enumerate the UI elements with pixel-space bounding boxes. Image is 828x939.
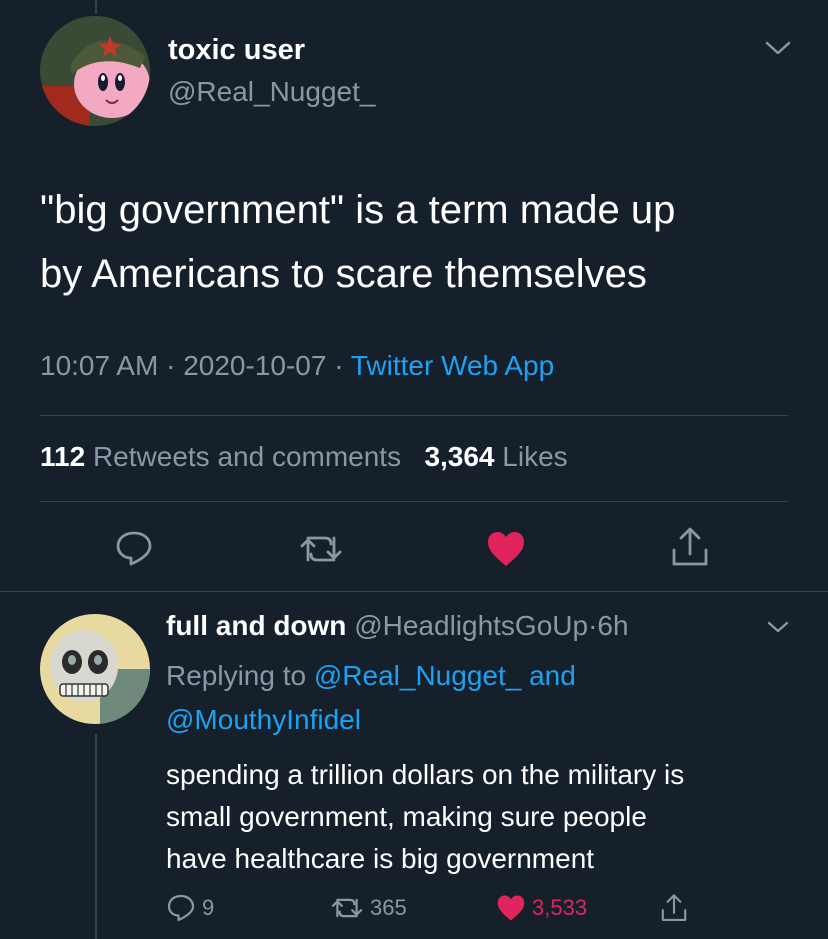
heart-icon[interactable]	[486, 530, 526, 568]
share-icon[interactable]	[670, 526, 710, 568]
meta-separator: ·	[334, 350, 344, 381]
tweet-source-link[interactable]: Twitter Web App	[351, 350, 554, 381]
reply-icon[interactable]	[114, 528, 154, 568]
reply-text-line: small government, making sure people	[166, 801, 647, 832]
retweet-count: 365	[370, 895, 407, 920]
tweet-stats: 112 Retweets and comments 3,364 Likes	[40, 441, 568, 473]
retweets-label: Retweets and comments	[92, 441, 402, 472]
divider	[40, 415, 788, 416]
reply-header: full and down @HeadlightsGoUp·6h	[166, 610, 629, 642]
retweets-count: 112	[40, 441, 86, 472]
thread-line-top	[95, 0, 97, 14]
retweet-icon[interactable]	[298, 532, 344, 566]
likes-stat[interactable]: 3,364 Likes	[424, 441, 567, 472]
likes-count: 3,364	[424, 441, 495, 472]
likes-label: Likes	[502, 441, 568, 472]
avatar[interactable]	[40, 16, 150, 126]
tweet-text: "big government" is a term made up by Am…	[40, 178, 800, 306]
chevron-down-icon[interactable]	[764, 38, 792, 58]
reply-user-handle[interactable]: @HeadlightsGoUp	[354, 610, 588, 641]
replying-user-link[interactable]: @Real_Nugget_	[314, 660, 521, 691]
reply-count: 9	[202, 895, 215, 920]
retweet-icon	[331, 898, 363, 918]
tweet-text-line: "big government" is a term made up	[40, 188, 676, 232]
display-name[interactable]: toxic user	[168, 34, 305, 67]
tweet-text-line: by Americans to scare themselves	[40, 252, 647, 296]
tweet-meta: 10:07 AM · 2020-10-07 · Twitter Web App	[40, 350, 554, 382]
reply-text-line: spending a trillion dollars on the milit…	[166, 759, 685, 790]
avatar[interactable]	[40, 614, 150, 724]
meta-separator: ·	[166, 350, 176, 381]
reply-display-name[interactable]: full and down	[166, 610, 346, 641]
like-count: 3,533	[532, 895, 588, 920]
reply-action-like[interactable]: 3,533	[496, 893, 587, 923]
reply-action-retweet[interactable]: 365	[330, 893, 407, 923]
replying-prefix: Replying to	[166, 660, 307, 691]
user-handle[interactable]: @Real_Nugget_	[168, 76, 375, 108]
replying-to: Replying to @Real_Nugget_ and @MouthyInf…	[166, 654, 766, 742]
reply-text-line: have healthcare is big government	[166, 843, 595, 874]
reply-icon	[167, 894, 195, 922]
replying-and[interactable]: and	[529, 660, 576, 691]
share-icon	[661, 894, 687, 921]
reply-text: spending a trillion dollars on the milit…	[166, 754, 806, 880]
tweet-date: 2020-10-07	[183, 350, 327, 381]
reply-separator: ·	[588, 610, 598, 641]
reply-action-share[interactable]	[660, 893, 688, 923]
reply-action-reply[interactable]: 9	[166, 893, 214, 923]
chevron-down-icon[interactable]	[766, 618, 790, 636]
replying-user-link[interactable]: @MouthyInfidel	[166, 704, 361, 735]
divider	[0, 591, 828, 592]
thread-line-bottom	[95, 734, 97, 939]
retweets-stat[interactable]: 112 Retweets and comments	[40, 441, 401, 472]
tweet-time: 10:07 AM	[40, 350, 159, 381]
heart-icon	[497, 895, 525, 921]
divider	[40, 501, 788, 502]
reply-time[interactable]: 6h	[597, 610, 628, 641]
